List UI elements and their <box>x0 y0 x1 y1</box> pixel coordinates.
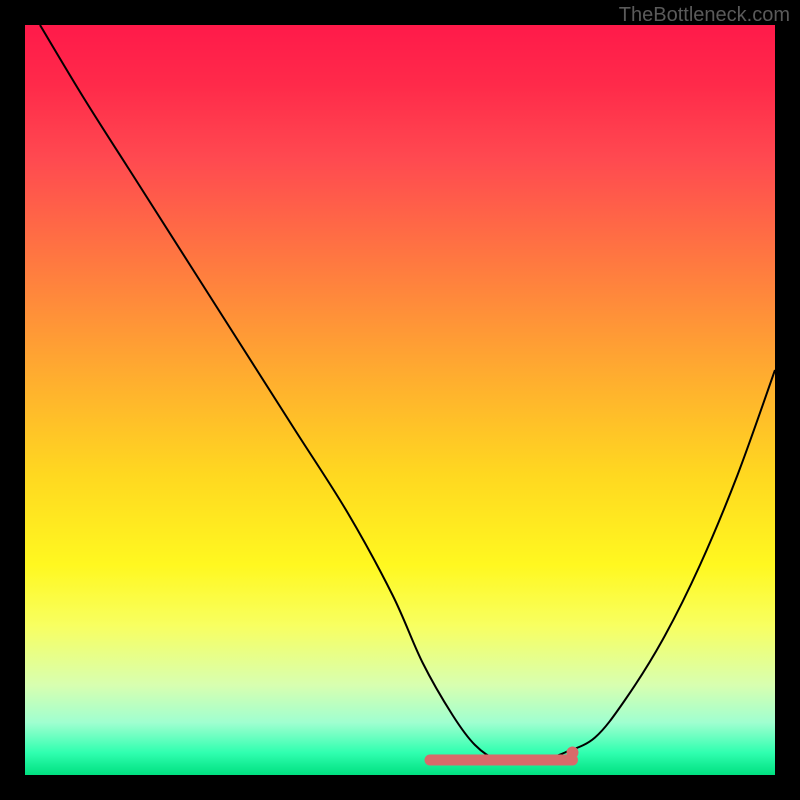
watermark-text: TheBottleneck.com <box>619 4 790 27</box>
curve-marker-dot <box>567 747 579 759</box>
chart-svg <box>25 25 775 775</box>
chart-plot-area <box>25 25 775 775</box>
bottleneck-curve-line <box>40 25 775 761</box>
